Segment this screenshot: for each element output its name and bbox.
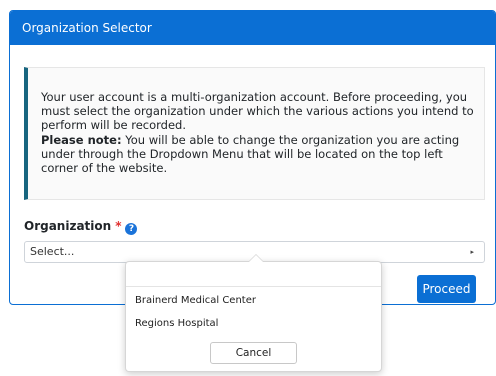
- modal-header: Organization Selector: [10, 11, 495, 45]
- dropdown-divider: [126, 286, 381, 287]
- select-arrow-icon: ▸: [470, 248, 474, 256]
- notice-text: Your user account is a multi-organizatio…: [41, 90, 474, 133]
- proceed-button[interactable]: Proceed: [417, 275, 476, 303]
- select-placeholder: Select...: [30, 245, 75, 258]
- dropdown-item-regions-hospital[interactable]: Regions Hospital: [135, 318, 218, 329]
- dropdown-item-brainerd-medical-center[interactable]: Brainerd Medical Center: [135, 295, 256, 306]
- organization-label: Organization *?: [24, 219, 138, 235]
- cancel-button[interactable]: Cancel: [210, 342, 297, 364]
- modal-title: Organization Selector: [22, 21, 152, 35]
- question-circle-icon[interactable]: ?: [125, 223, 138, 235]
- notice-box: Your user account is a multi-organizatio…: [24, 67, 485, 200]
- organization-label-text: Organization: [24, 219, 112, 233]
- dropdown-caret-fill: [249, 255, 263, 262]
- required-mark: *: [115, 219, 122, 233]
- organization-dropdown: Brainerd Medical Center Regions Hospital…: [125, 254, 382, 372]
- notice-bold: Please note:: [41, 132, 122, 147]
